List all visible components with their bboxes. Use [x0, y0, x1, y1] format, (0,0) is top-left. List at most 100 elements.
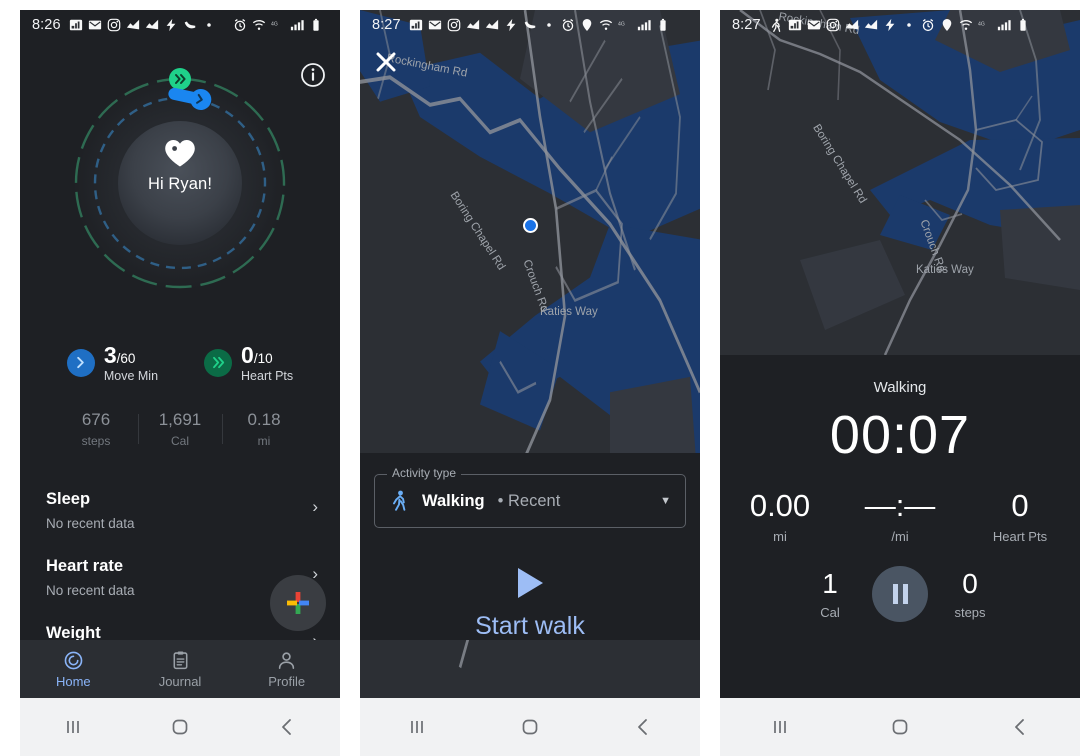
- move-min-value: 3: [103, 342, 117, 368]
- status-bar-tracking: 8:27 4G: [720, 10, 1080, 40]
- activity-type-value: Walking: [422, 491, 485, 510]
- gmail-icon: [807, 18, 821, 32]
- pace-value: —:—: [864, 488, 936, 523]
- android-recents-button[interactable]: [360, 716, 473, 738]
- android-recents-button[interactable]: [20, 716, 127, 738]
- chart-icon: [864, 18, 878, 32]
- instagram-icon: [447, 18, 461, 32]
- android-back-button[interactable]: [587, 716, 700, 738]
- screen-start-walk: Rockingham Rd Boring Chapel Rd Crouch Rd…: [360, 10, 700, 698]
- activity-type-select[interactable]: Walking • Recent ▼: [374, 474, 686, 528]
- move-min-label: Move Min: [103, 368, 159, 383]
- signal-icon: [290, 18, 304, 32]
- cal-value: 1,691: [158, 410, 202, 429]
- heart-pts-label: Heart Pts: [992, 529, 1048, 544]
- android-back-button[interactable]: [960, 716, 1080, 738]
- bottom-navigation: Home Journal Profile: [20, 640, 340, 698]
- metric-pace: —:— /mi: [840, 488, 960, 544]
- panel-home: 8:26 4G Hi Ryan! 3/60 Move Min 0/10 Hear…: [0, 0, 360, 756]
- wifi-icon: [599, 18, 613, 32]
- gmail-icon: [88, 18, 102, 32]
- status-clock: 8:27: [372, 17, 401, 33]
- android-home-button[interactable]: [127, 716, 234, 738]
- person-icon: [278, 651, 295, 669]
- heart-pts-value: 0: [1011, 488, 1029, 523]
- battery-icon: [1016, 18, 1030, 32]
- phone-frame-home: 8:26 4G Hi Ryan! 3/60 Move Min 0/10 Hear…: [0, 0, 360, 756]
- goal-heart-pts[interactable]: 0/10 Heart Pts: [204, 343, 293, 383]
- android-nav-bar: [20, 698, 340, 756]
- news-icon: [409, 18, 423, 32]
- mi-label: mi: [257, 434, 271, 448]
- svg-text:4G: 4G: [271, 22, 278, 28]
- panel-tracking: Rockingham Rd Boring Chapel Rd Crouch Rd…: [720, 0, 1080, 756]
- news-icon: [788, 18, 802, 32]
- pace-label: /mi: [891, 529, 909, 544]
- chart-icon: [126, 18, 140, 32]
- shoe-icon: [183, 18, 197, 32]
- status-clock: 8:26: [32, 17, 61, 33]
- network-4g-icon: 4G: [978, 18, 992, 32]
- chart-icon: [145, 18, 159, 32]
- pause-button[interactable]: [872, 566, 928, 622]
- card-title: Heart rate: [46, 557, 124, 575]
- activity-type-select-wrap: Walking • Recent ▼ Activity type: [374, 466, 686, 528]
- stat-steps: 676 steps: [55, 410, 138, 448]
- android-nav-bar: [720, 698, 1080, 756]
- nav-tab-journal[interactable]: Journal: [127, 640, 234, 698]
- news-icon: [69, 18, 83, 32]
- shoe-icon: [523, 18, 537, 32]
- battery-icon: [309, 18, 323, 32]
- tracking-activity-name: Walking: [873, 379, 927, 396]
- card-sleep[interactable]: Sleep No recent data ›: [20, 476, 340, 543]
- signal-icon: [997, 18, 1011, 32]
- start-walk-button[interactable]: Start walk: [360, 568, 700, 641]
- steps-label: steps: [81, 434, 111, 448]
- location-pin-icon: [580, 18, 594, 32]
- android-recents-button[interactable]: [720, 716, 840, 738]
- mi-value: 0.18: [247, 410, 281, 429]
- flash-icon: [504, 18, 518, 32]
- walking-person-icon: [389, 490, 409, 512]
- chevron-down-icon[interactable]: ▼: [660, 495, 671, 507]
- status-clock: 8:27: [732, 17, 761, 33]
- play-icon: [517, 568, 543, 598]
- info-icon[interactable]: [300, 62, 326, 88]
- alarm-icon: [561, 18, 575, 32]
- tracking-sheet: Walking 00:07 0.00 mi —:— /mi 0 Heart Pt…: [720, 355, 1080, 640]
- dot-icon: [902, 18, 916, 32]
- distance-label: mi: [773, 529, 787, 544]
- activity-type-label: Activity type: [387, 466, 462, 480]
- status-bar-home: 8:26 4G: [20, 10, 340, 40]
- wifi-icon: [252, 18, 266, 32]
- map-view-tracking[interactable]: Rockingham Rd Boring Chapel Rd Crouch Rd…: [720, 10, 1080, 355]
- instagram-icon: [826, 18, 840, 32]
- chevron-right-icon: ›: [312, 497, 318, 516]
- android-back-button[interactable]: [233, 716, 340, 738]
- close-icon[interactable]: [374, 50, 398, 74]
- panel-start-walk: Rockingham Rd Boring Chapel Rd Crouch Rd…: [360, 0, 720, 756]
- nav-tab-home[interactable]: Home: [20, 640, 127, 698]
- stat-cal: 1,691 Cal: [139, 410, 222, 448]
- add-activity-fab[interactable]: [270, 575, 326, 631]
- svg-text:4G: 4G: [978, 22, 985, 28]
- flash-icon: [164, 18, 178, 32]
- metric-distance: 0.00 mi: [720, 488, 840, 544]
- activity-type-sub: • Recent: [497, 491, 561, 510]
- gmail-icon: [428, 18, 442, 32]
- add-icon: [287, 592, 309, 614]
- nav-tab-profile[interactable]: Profile: [233, 640, 340, 698]
- chevron-right-icon: [66, 348, 95, 377]
- steps-value: 676: [81, 410, 111, 429]
- goal-move-min[interactable]: 3/60 Move Min: [66, 342, 159, 383]
- flash-icon: [883, 18, 897, 32]
- card-subtitle: No recent data: [46, 516, 135, 531]
- svg-text:4G: 4G: [618, 22, 625, 28]
- stat-mi: 0.18 mi: [223, 410, 306, 448]
- heart-pts-value: 0: [241, 342, 254, 368]
- tracking-metrics-row-1: 0.00 mi —:— /mi 0 Heart Pts: [720, 488, 1080, 544]
- phone-frame-start: Rockingham Rd Boring Chapel Rd Crouch Rd…: [360, 0, 720, 756]
- android-home-button[interactable]: [840, 716, 960, 738]
- start-walk-label: Start walk: [475, 612, 585, 640]
- android-home-button[interactable]: [473, 716, 586, 738]
